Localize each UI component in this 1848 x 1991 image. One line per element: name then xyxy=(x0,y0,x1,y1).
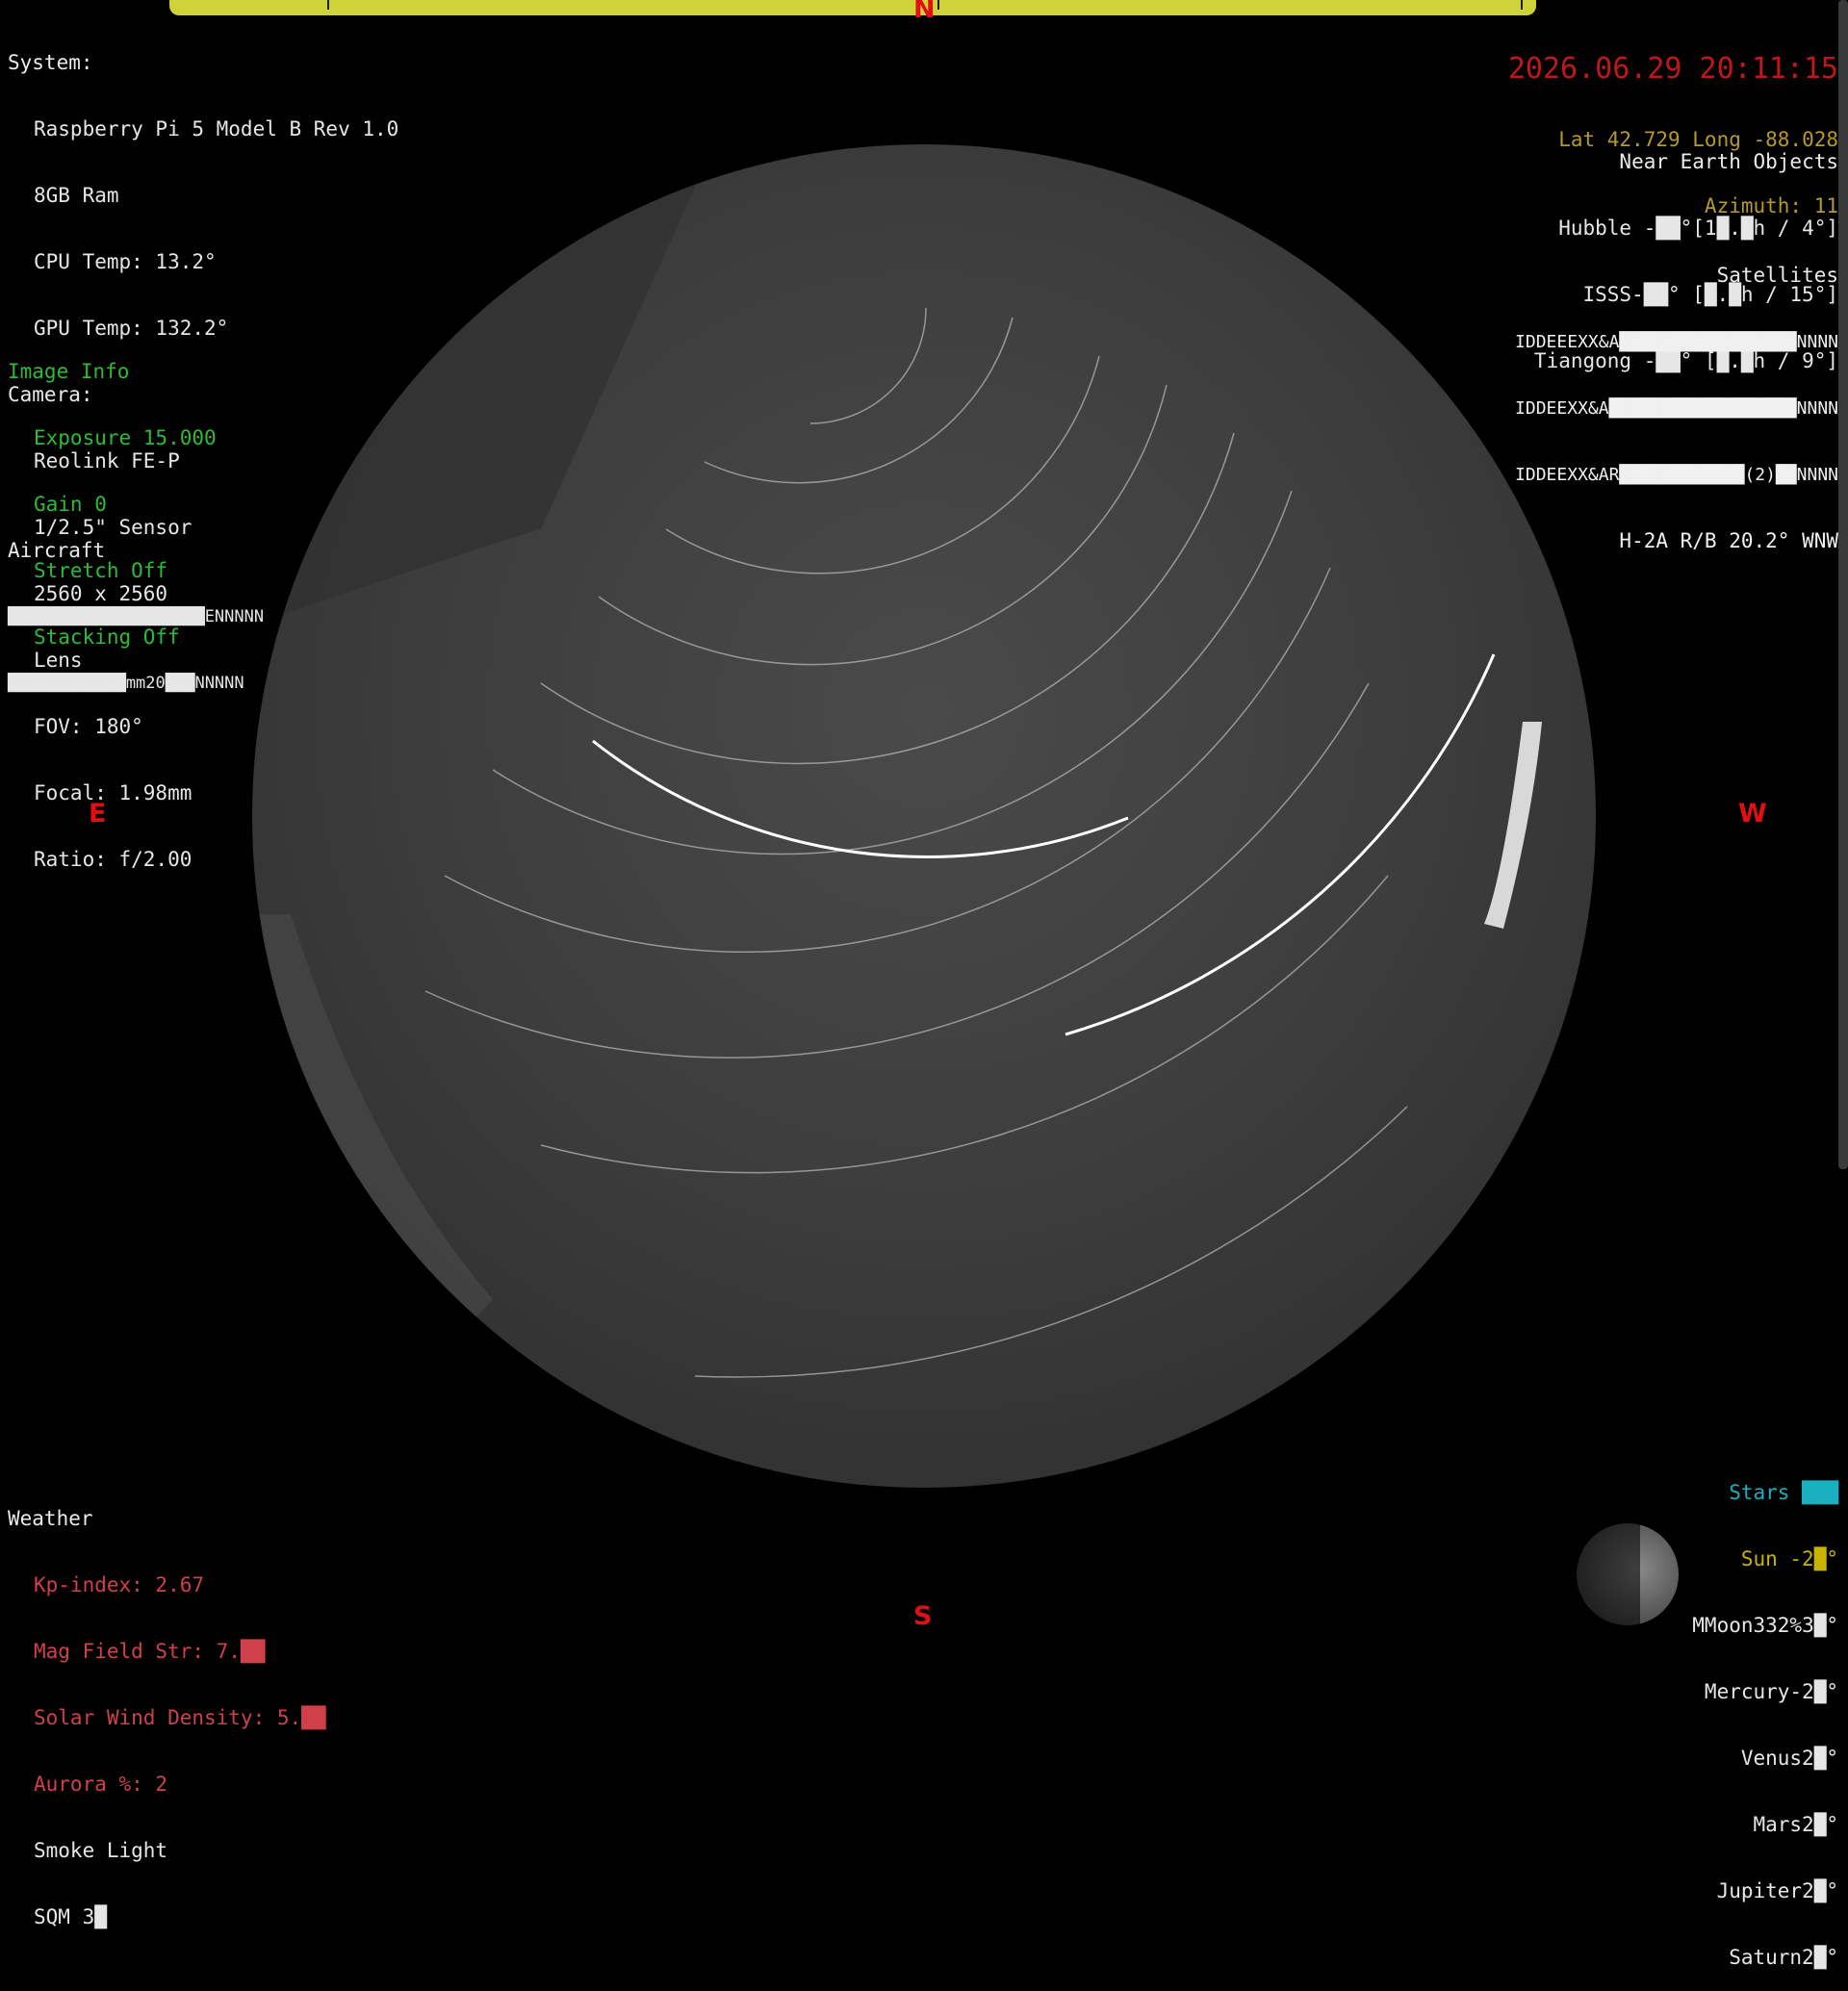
moon-info: MMoon332%3█° xyxy=(1692,1614,1838,1637)
satellites-panel: Satellites IDDEEEXX&A█████████████████NN… xyxy=(1515,220,1838,574)
moon-phase-icon xyxy=(1577,1523,1679,1625)
weather-smoke: Smoke Light xyxy=(34,1839,168,1862)
aircraft-panel: Aircraft ████████████████████ENNNNN ████… xyxy=(8,496,264,717)
compass-north: N xyxy=(913,0,936,24)
weather-aurora: Aurora %: 2 xyxy=(34,1773,168,1796)
weather-solar-wind: Solar Wind Density: 5.██ xyxy=(34,1706,326,1729)
compass-east: E xyxy=(89,799,107,829)
image-info-heading: Image Info xyxy=(8,360,130,383)
aircraft-row: ████████████████████ENNNNN xyxy=(8,607,265,626)
aircraft-row: ████████████mm20███NNNNN xyxy=(8,674,244,693)
compass-west: W xyxy=(1738,799,1767,829)
system-line-cpu-temp: CPU Temp: 13.2° xyxy=(34,250,217,273)
camera-line-focal: Focal: 1.98mm xyxy=(34,781,192,804)
satellite-row: IDDEEEXX&A█████████████████NNNN xyxy=(1515,332,1838,352)
system-line-ram: 8GB Ram xyxy=(34,184,119,207)
allsky-image xyxy=(252,144,1596,1488)
satellites-heading: Satellites xyxy=(1716,264,1838,287)
satellite-row: H-2A R/B 20.2° WNW xyxy=(1619,529,1838,552)
image-info-exposure: Exposure 15.000 xyxy=(34,426,217,449)
mercury-info: Mercury-2█° xyxy=(1704,1680,1838,1703)
weather-panel: Weather Kp-index: 2.67 Mag Field Str: 7.… xyxy=(8,1464,325,1951)
weather-heading: Weather xyxy=(8,1507,93,1530)
compass-south: S xyxy=(913,1601,933,1631)
bodies-panel: Stars ███ Sun -2█° MMoon332%3█° Mercury-… xyxy=(1692,1438,1838,1991)
system-heading: System: xyxy=(8,51,93,74)
datetime: 2026.06.29 20:11:15 xyxy=(1507,52,1838,86)
satellite-row: IDDEEXX&AR████████████(2)██NNNN xyxy=(1515,465,1838,485)
system-line-model: Raspberry Pi 5 Model B Rev 1.0 xyxy=(34,117,399,140)
weather-kp-index: Kp-index: 2.67 xyxy=(34,1573,205,1596)
near-earth-heading: Near Earth Objects xyxy=(1619,150,1838,173)
star-trails xyxy=(252,144,1542,1488)
jupiter-info: Jupiter2█° xyxy=(1716,1879,1838,1902)
saturn-info: Saturn2█° xyxy=(1729,1946,1838,1969)
weather-sqm: SQM 3█ xyxy=(34,1905,107,1928)
scrollbar[interactable] xyxy=(1838,0,1848,1169)
satellite-row: IDDEEXX&A██████████████████NNNN xyxy=(1515,398,1838,419)
venus-info: Venus2█° xyxy=(1740,1747,1838,1770)
camera-line-fov: FOV: 180° xyxy=(34,715,143,738)
sun-altitude: Sun -2█° xyxy=(1740,1547,1838,1570)
weather-mag-field: Mag Field Str: 7.██ xyxy=(34,1640,266,1663)
aircraft-heading: Aircraft xyxy=(8,539,106,562)
stars-count: Stars ███ xyxy=(1729,1481,1838,1504)
mars-info: Mars2█° xyxy=(1753,1813,1838,1836)
camera-line-ratio: Ratio: f/2.00 xyxy=(34,848,192,871)
